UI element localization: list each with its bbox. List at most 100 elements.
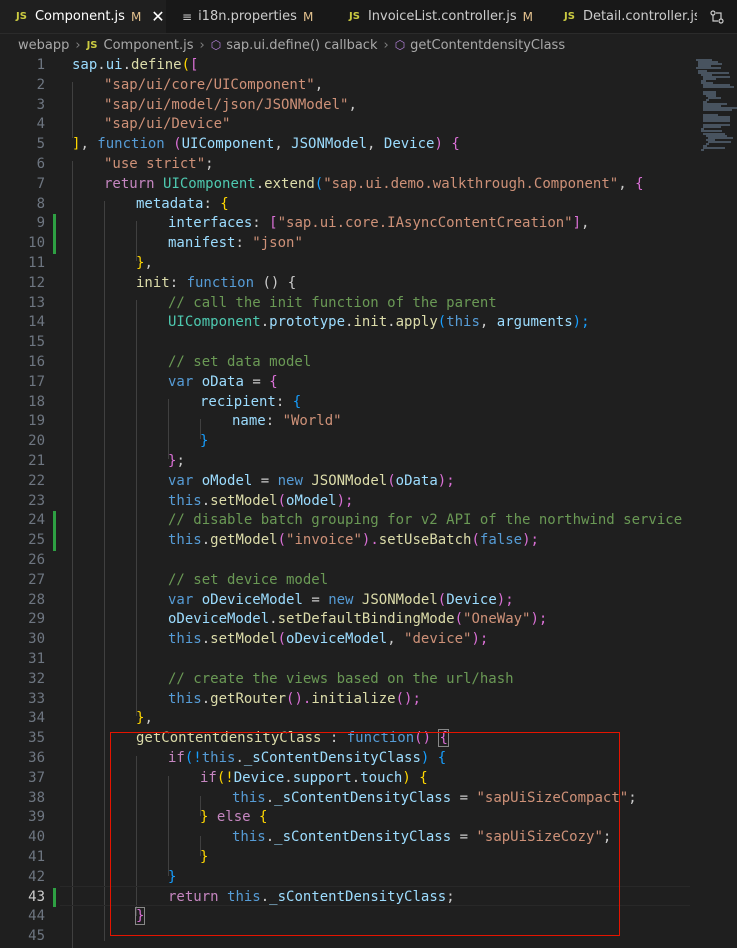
code-text[interactable]: // set data model bbox=[168, 353, 311, 373]
breadcrumb-folder[interactable]: webapp bbox=[18, 38, 69, 53]
code-text[interactable]: "use strict"; bbox=[104, 155, 214, 175]
code-text[interactable]: ], function (UIComponent, JSONModel, Dev… bbox=[72, 135, 460, 155]
split-compare-icon[interactable] bbox=[697, 0, 737, 33]
code-line[interactable]: 3 "sap/ui/model/json/JSONModel", bbox=[0, 96, 690, 116]
code-text[interactable]: // set device model bbox=[168, 571, 328, 591]
code-token: oDeviceModel bbox=[286, 631, 388, 648]
code-text[interactable]: var oData = { bbox=[168, 373, 278, 393]
editor-tab-bar: JS Component.js M ✕ ≡ i18n.properties M … bbox=[0, 0, 737, 34]
git-change-marker[interactable] bbox=[53, 234, 56, 254]
minimap[interactable] bbox=[690, 56, 737, 948]
breadcrumb-symbol-method[interactable]: getContentdensityClass bbox=[410, 38, 565, 53]
git-change-marker[interactable] bbox=[53, 887, 56, 908]
code-text[interactable]: this.getModel("invoice").setUseBatch(fal… bbox=[168, 531, 539, 551]
code-line[interactable]: 22 var oModel = new JSONModel(oData); bbox=[0, 472, 690, 492]
code-text[interactable]: this.setModel(oModel); bbox=[168, 492, 353, 512]
code-line[interactable]: 28 var oDeviceModel = new JSONModel(Devic… bbox=[0, 591, 690, 611]
line-number: 31 bbox=[28, 651, 45, 667]
code-line[interactable]: 31 bbox=[0, 650, 690, 670]
code-text[interactable]: init: function () { bbox=[136, 274, 296, 294]
code-token: ( bbox=[454, 611, 464, 628]
code-line[interactable]: 6 "use strict"; bbox=[0, 155, 690, 175]
code-line[interactable]: 8 metadata: { bbox=[0, 195, 690, 215]
tab-component-js[interactable]: JS Component.js M ✕ bbox=[0, 0, 166, 33]
git-change-marker[interactable] bbox=[53, 214, 56, 235]
code-line[interactable]: 10 manifest: "json" bbox=[0, 234, 690, 254]
code-text[interactable]: } bbox=[200, 432, 208, 452]
tab-invoicelist-controller[interactable]: JS InvoiceList.controller.js M bbox=[331, 0, 546, 33]
close-icon[interactable]: ✕ bbox=[151, 7, 164, 26]
code-text[interactable]: interfaces: ["sap.ui.core.IAsyncContentC… bbox=[168, 214, 589, 234]
code-token: : bbox=[235, 235, 253, 252]
code-line[interactable]: 2 "sap/ui/core/UIComponent", bbox=[0, 76, 690, 96]
code-text[interactable]: this.getRouter().initialize(); bbox=[168, 690, 421, 710]
code-line[interactable]: 17 var oData = { bbox=[0, 373, 690, 393]
tab-detail-controller[interactable]: JS Detail.controller.js bbox=[546, 0, 697, 33]
code-line[interactable]: 4 "sap/ui/Device" bbox=[0, 115, 690, 135]
git-change-marker[interactable] bbox=[53, 511, 56, 532]
code-line[interactable]: 5], function (UIComponent, JSONModel, De… bbox=[0, 135, 690, 155]
code-token: ); bbox=[496, 591, 514, 608]
code-text[interactable]: this.setModel(oDeviceModel, "device"); bbox=[168, 630, 488, 650]
code-text[interactable]: metadata: { bbox=[136, 195, 229, 215]
code-text[interactable]: sap.ui.define([ bbox=[72, 56, 198, 76]
code-token: : bbox=[203, 195, 221, 212]
code-token: "sap.ui.core.IAsyncContentCreation" bbox=[277, 215, 573, 232]
code-line[interactable]: 19 name: "World" bbox=[0, 412, 690, 432]
code-token: } bbox=[200, 433, 209, 450]
code-token: { bbox=[269, 373, 278, 390]
code-text[interactable]: oDeviceModel.setDefaultBindingMode("OneW… bbox=[168, 610, 547, 630]
code-text[interactable]: UIComponent.prototype.init.apply(this, a… bbox=[168, 313, 590, 333]
code-text[interactable]: "sap/ui/Device" bbox=[104, 115, 230, 135]
code-line[interactable]: 20} bbox=[0, 432, 690, 452]
code-token: , bbox=[387, 631, 405, 648]
code-line[interactable]: 12 init: function () { bbox=[0, 274, 690, 294]
code-text[interactable]: "sap/ui/core/UIComponent", bbox=[104, 76, 323, 96]
line-number: 21 bbox=[28, 453, 45, 469]
code-text[interactable]: }; bbox=[168, 452, 185, 472]
code-text[interactable]: manifest: "json" bbox=[168, 234, 303, 254]
breadcrumb-file[interactable]: Component.js bbox=[104, 38, 194, 53]
code-line[interactable]: 30 this.setModel(oDeviceModel, "device"); bbox=[0, 630, 690, 650]
code-text[interactable]: "sap/ui/model/json/JSONModel", bbox=[104, 96, 357, 116]
code-line[interactable]: 13 // call the init function of the paren… bbox=[0, 294, 690, 314]
line-number: 28 bbox=[28, 591, 45, 608]
code-line[interactable]: 9 interfaces: ["sap.ui.core.IAsyncContent… bbox=[0, 214, 690, 235]
breadcrumb-symbol-callback[interactable]: sap.ui.define() callback bbox=[226, 38, 377, 53]
code-text[interactable]: // call the init function of the parent bbox=[168, 294, 497, 314]
code-line[interactable]: 25 this.getModel("invoice").setUseBatch(f… bbox=[0, 531, 690, 551]
code-line[interactable]: 21}; bbox=[0, 452, 690, 472]
minimap-line bbox=[703, 126, 722, 129]
code-text[interactable]: var oModel = new JSONModel(oData); bbox=[168, 472, 455, 492]
code-line[interactable]: 1 sap.ui.define([ bbox=[0, 56, 690, 76]
code-text[interactable]: return UIComponent.extend("sap.ui.demo.w… bbox=[104, 175, 644, 195]
code-text[interactable]: name: "World" bbox=[232, 412, 342, 432]
code-line[interactable]: 33 this.getRouter().initialize(); bbox=[0, 690, 690, 710]
code-line[interactable]: 16 // set data model bbox=[0, 353, 690, 373]
tab-i18n-properties[interactable]: ≡ i18n.properties M bbox=[166, 0, 331, 33]
tab-label: Detail.controller.js bbox=[582, 9, 697, 24]
code-token: this bbox=[168, 631, 202, 648]
code-line[interactable]: 18 recipient: { bbox=[0, 393, 690, 413]
code-text[interactable]: recipient: { bbox=[200, 393, 301, 413]
code-line[interactable]: 7 return UIComponent.extend("sap.ui.demo.… bbox=[0, 175, 690, 195]
code-text[interactable]: }, bbox=[136, 254, 153, 274]
git-change-marker[interactable] bbox=[53, 531, 56, 551]
code-line[interactable]: 27 // set device model bbox=[0, 571, 690, 591]
code-line[interactable]: 24 // disable batch grouping for v2 API o… bbox=[0, 511, 690, 532]
code-token: init bbox=[136, 274, 170, 291]
code-line[interactable]: 32 // create the views based on the url/h… bbox=[0, 670, 690, 690]
code-text[interactable]: // create the views based on the url/has… bbox=[168, 670, 514, 690]
code-line[interactable]: 14 UIComponent.prototype.init.apply(this,… bbox=[0, 313, 690, 333]
code-line[interactable]: 11}, bbox=[0, 254, 690, 274]
code-token: ( bbox=[387, 472, 396, 489]
code-token: init bbox=[353, 314, 388, 331]
code-text[interactable]: var oDeviceModel = new JSONModel(Device)… bbox=[168, 591, 514, 611]
code-line[interactable]: 23 this.setModel(oModel); bbox=[0, 492, 690, 512]
code-line[interactable]: 15 bbox=[0, 333, 690, 353]
code-text[interactable]: }, bbox=[136, 709, 153, 729]
code-line[interactable]: 29 oDeviceModel.setDefaultBindingMode("On… bbox=[0, 610, 690, 630]
code-text[interactable]: // disable batch grouping for v2 API of … bbox=[168, 511, 682, 531]
code-line[interactable]: 34}, bbox=[0, 709, 690, 729]
code-line[interactable]: 26 bbox=[0, 551, 690, 571]
